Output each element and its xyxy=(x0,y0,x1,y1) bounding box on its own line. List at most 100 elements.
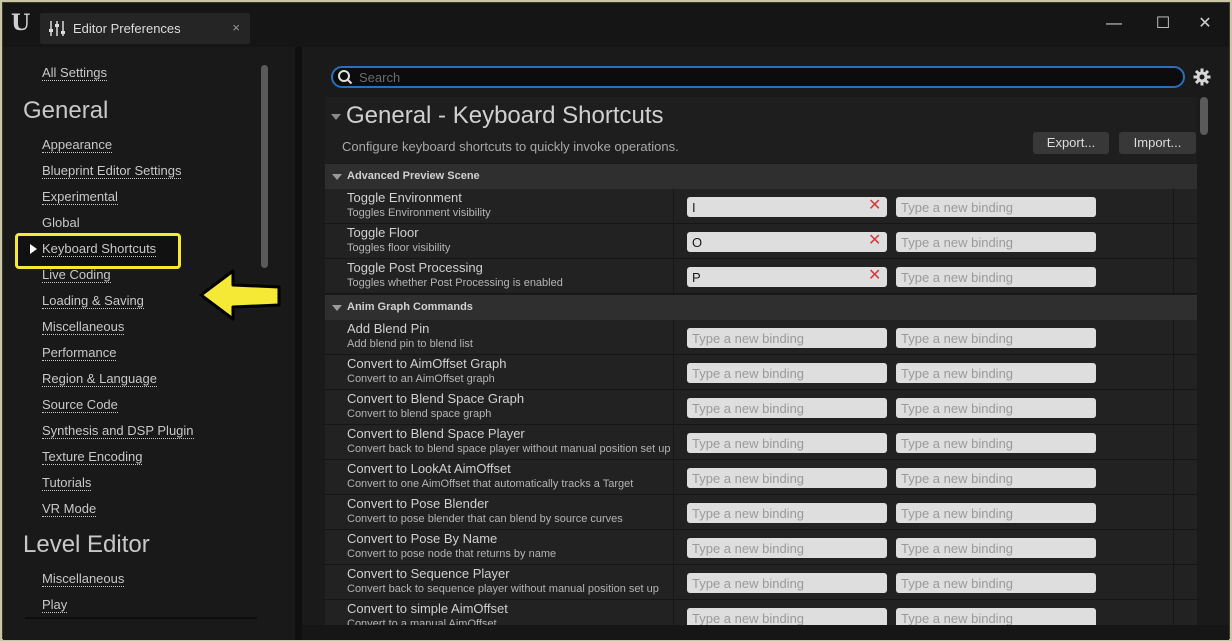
shortcut-name: Convert to Sequence Player xyxy=(347,566,510,581)
gear-icon[interactable] xyxy=(1193,68,1211,86)
shortcut-row: Convert to Pose Blender Convert to pose b… xyxy=(325,495,1197,530)
maximize-button[interactable]: ☐ xyxy=(1148,13,1178,35)
category-collapse-icon[interactable] xyxy=(332,174,342,180)
editor-preferences-window: U Editor Preferences × — ☐ ✕ All Setting… xyxy=(2,2,1230,640)
shortcut-description: Toggles floor visibility xyxy=(347,242,451,254)
primary-binding-input[interactable] xyxy=(687,197,887,217)
category-header[interactable]: Advanced Preview Scene xyxy=(325,163,1197,189)
sidebar-item-live-coding[interactable]: Live Coding xyxy=(42,267,111,283)
minimize-button[interactable]: — xyxy=(1099,13,1129,35)
secondary-binding-input[interactable] xyxy=(896,433,1096,453)
column-separator xyxy=(673,565,674,600)
shortcut-description: Convert back to sequence player without … xyxy=(347,583,659,595)
column-separator xyxy=(1173,425,1174,460)
settings-sidebar: All Settings General Appearance Blueprin… xyxy=(3,47,295,640)
tab-title: Editor Preferences xyxy=(73,21,181,36)
secondary-binding-input[interactable] xyxy=(896,363,1096,383)
column-separator xyxy=(1173,224,1174,259)
primary-binding-input[interactable] xyxy=(687,503,887,523)
close-window-button[interactable]: ✕ xyxy=(1190,13,1220,35)
section-collapse-icon[interactable] xyxy=(331,114,341,120)
sidebar-item-miscellaneous[interactable]: Miscellaneous xyxy=(42,319,125,335)
sidebar-item-play[interactable]: Play xyxy=(42,597,68,613)
shortcut-name: Convert to AimOffset Graph xyxy=(347,356,507,371)
sidebar-scrollbar[interactable] xyxy=(261,65,268,268)
primary-binding-input[interactable] xyxy=(687,398,887,418)
sliders-icon xyxy=(49,21,65,36)
sidebar-item-synthesis-dsp-plugin[interactable]: Synthesis and DSP Plugin xyxy=(42,423,194,439)
primary-binding-input[interactable] xyxy=(687,267,887,287)
primary-binding-input[interactable] xyxy=(687,468,887,488)
panel-splitter[interactable] xyxy=(295,47,302,640)
sidebar-item-texture-encoding[interactable]: Texture Encoding xyxy=(42,449,143,465)
clear-binding-icon[interactable]: ✕ xyxy=(868,268,882,284)
shortcut-name: Convert to Pose By Name xyxy=(347,531,498,546)
primary-binding-input[interactable] xyxy=(687,433,887,453)
shortcut-row: Add Blend Pin Add blend pin to blend list xyxy=(325,320,1197,355)
secondary-binding-input[interactable] xyxy=(896,538,1096,558)
sidebar-item-region-language[interactable]: Region & Language xyxy=(42,371,157,387)
clear-binding-icon[interactable]: ✕ xyxy=(868,198,882,214)
shortcut-row: Convert to simple AimOffset Convert to a … xyxy=(325,600,1197,625)
sidebar-item-experimental[interactable]: Experimental xyxy=(42,189,118,205)
column-separator xyxy=(673,460,674,495)
shortcut-description: Toggles Environment visibility xyxy=(347,207,491,219)
tab-close-icon[interactable]: × xyxy=(232,20,240,35)
category-label: Advanced Preview Scene xyxy=(347,170,480,182)
column-separator xyxy=(1173,600,1174,625)
column-separator xyxy=(1173,390,1174,425)
primary-binding-input[interactable] xyxy=(687,608,887,625)
primary-binding-input[interactable] xyxy=(687,538,887,558)
selected-indicator-icon xyxy=(30,244,37,254)
secondary-binding-input[interactable] xyxy=(896,468,1096,488)
column-separator xyxy=(1173,355,1174,390)
sidebar-divider xyxy=(25,617,257,619)
sidebar-item-performance[interactable]: Performance xyxy=(42,345,117,361)
sidebar-item-loading-saving[interactable]: Loading & Saving xyxy=(42,293,144,309)
sidebar-item-level-miscellaneous[interactable]: Miscellaneous xyxy=(42,571,125,587)
column-separator xyxy=(673,600,674,625)
secondary-binding-input[interactable] xyxy=(896,267,1096,287)
sidebar-item-global[interactable]: Global xyxy=(42,215,80,230)
search-input[interactable] xyxy=(359,68,1159,86)
search-icon xyxy=(338,70,353,85)
shortcut-row: Convert to AimOffset Graph Convert to an … xyxy=(325,355,1197,390)
settings-main-panel: General - Keyboard Shortcuts Configure k… xyxy=(302,47,1229,640)
sidebar-item-source-code[interactable]: Source Code xyxy=(42,397,118,413)
primary-binding-input[interactable] xyxy=(687,328,887,348)
column-separator xyxy=(673,495,674,530)
column-separator xyxy=(1173,495,1174,530)
sidebar-item-blueprint-editor-settings[interactable]: Blueprint Editor Settings xyxy=(42,163,182,179)
secondary-binding-input[interactable] xyxy=(896,232,1096,252)
sidebar-item-keyboard-shortcuts[interactable]: Keyboard Shortcuts xyxy=(42,241,157,257)
bottom-strip xyxy=(302,625,1229,640)
shortcut-description: Convert to an AimOffset graph xyxy=(347,373,495,385)
shortcut-row: Toggle Post Processing Toggles whether Po… xyxy=(325,259,1197,294)
column-separator xyxy=(673,224,674,259)
secondary-binding-input[interactable] xyxy=(896,573,1096,593)
sidebar-item-vr-mode[interactable]: VR Mode xyxy=(42,501,97,517)
category-collapse-icon[interactable] xyxy=(332,305,342,311)
secondary-binding-input[interactable] xyxy=(896,608,1096,625)
secondary-binding-input[interactable] xyxy=(896,328,1096,348)
sidebar-item-all-settings[interactable]: All Settings xyxy=(42,65,108,81)
sidebar-item-tutorials[interactable]: Tutorials xyxy=(42,475,92,491)
secondary-binding-input[interactable] xyxy=(896,503,1096,523)
clear-binding-icon[interactable]: ✕ xyxy=(868,233,882,249)
primary-binding-input[interactable] xyxy=(687,573,887,593)
category-header[interactable]: Anim Graph Commands xyxy=(325,294,1197,320)
export-button[interactable]: Export... xyxy=(1033,132,1109,154)
tab-editor-preferences[interactable]: Editor Preferences × xyxy=(40,13,250,44)
shortcut-name: Convert to Blend Space Graph xyxy=(347,391,525,406)
column-separator xyxy=(673,390,674,425)
primary-binding-input[interactable] xyxy=(687,363,887,383)
shortcut-name: Toggle Environment xyxy=(347,190,462,205)
sidebar-item-appearance[interactable]: Appearance xyxy=(42,137,113,153)
secondary-binding-input[interactable] xyxy=(896,398,1096,418)
secondary-binding-input[interactable] xyxy=(896,197,1096,217)
primary-binding-input[interactable] xyxy=(687,232,887,252)
import-button[interactable]: Import... xyxy=(1119,132,1196,154)
shortcut-row: Toggle Floor Toggles floor visibility ✕ xyxy=(325,224,1197,259)
content-scrollbar[interactable] xyxy=(1200,97,1208,135)
search-box[interactable] xyxy=(331,66,1185,88)
